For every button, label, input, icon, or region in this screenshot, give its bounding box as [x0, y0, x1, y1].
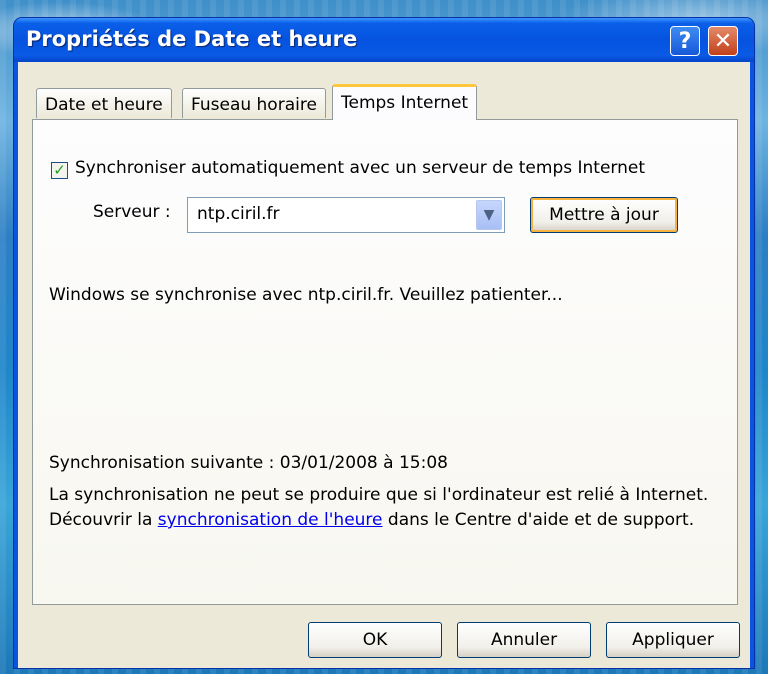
sync-status-message: Windows se synchronise avec ntp.ciril.fr… [49, 285, 563, 305]
help-button[interactable]: ? [670, 26, 700, 56]
dialog-body: Date et heure Fuseau horaire Temps Inter… [18, 62, 750, 668]
next-sync-text: Synchronisation suivante : 03/01/2008 à … [49, 453, 448, 473]
close-button[interactable]: ✕ [708, 26, 738, 56]
internet-time-panel: ✓ Synchroniser automatiquement avec un s… [32, 119, 738, 605]
date-time-properties-window: Propriétés de Date et heure ? ✕ Date et … [14, 18, 754, 668]
server-value[interactable]: ntp.ciril.fr [197, 204, 280, 224]
time-sync-help-link[interactable]: synchronisation de l'heure [158, 510, 383, 530]
tab-date-and-time[interactable]: Date et heure [36, 88, 172, 118]
update-now-button[interactable]: Mettre à jour [530, 197, 678, 233]
tab-internet-time[interactable]: Temps Internet [332, 84, 478, 120]
ok-button[interactable]: OK [308, 622, 442, 658]
auto-sync-checkbox[interactable]: ✓ [51, 162, 68, 179]
auto-sync-label[interactable]: Synchroniser automatiquement avec un ser… [75, 158, 645, 178]
close-icon: ✕ [713, 28, 733, 54]
chevron-down-icon: ▼ [483, 207, 495, 223]
window-title: Propriétés de Date et heure [26, 27, 358, 51]
title-bar[interactable]: Propriétés de Date et heure ? ✕ [14, 18, 754, 62]
sync-info-text: La synchronisation ne peut se produire q… [49, 483, 729, 533]
server-combobox[interactable]: ntp.ciril.fr ▼ [187, 197, 505, 233]
info-text-suffix: dans le Centre d'aide et de support. [382, 510, 695, 530]
dropdown-button[interactable]: ▼ [476, 200, 502, 230]
server-label: Serveur : [93, 202, 171, 222]
question-icon: ? [678, 28, 692, 54]
tab-time-zone[interactable]: Fuseau horaire [182, 88, 326, 118]
apply-button[interactable]: Appliquer [606, 622, 740, 658]
check-icon: ✓ [53, 161, 66, 179]
cancel-button[interactable]: Annuler [457, 622, 591, 658]
